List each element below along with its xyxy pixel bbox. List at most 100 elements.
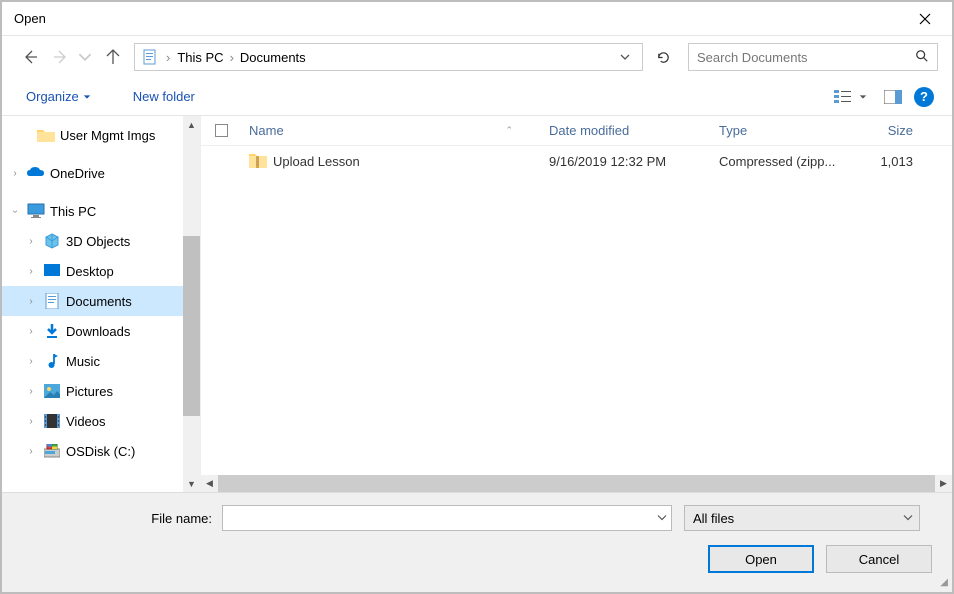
onedrive-icon — [26, 163, 46, 183]
expander-icon[interactable]: › — [24, 356, 38, 367]
cancel-label: Cancel — [859, 552, 899, 567]
up-button[interactable] — [99, 43, 127, 71]
file-type: Compressed (zipp... — [711, 154, 861, 169]
scroll-right-icon[interactable]: ▶ — [935, 478, 952, 489]
arrow-up-icon — [105, 49, 121, 65]
tree-label: Downloads — [66, 324, 130, 339]
open-label: Open — [745, 552, 777, 567]
file-filter-select[interactable]: All files — [684, 505, 920, 531]
tree-item-pictures[interactable]: › Pictures — [2, 376, 200, 406]
tree-label: Desktop — [66, 264, 114, 279]
expander-icon[interactable]: › — [24, 266, 38, 277]
tree-label: Music — [66, 354, 100, 369]
preview-pane-button[interactable] — [880, 84, 906, 110]
filename-input[interactable] — [222, 505, 672, 531]
thispc-icon — [26, 201, 46, 221]
forward-button[interactable] — [47, 43, 75, 71]
search-box[interactable] — [688, 43, 938, 71]
tree-item-3dobjects[interactable]: › 3D Objects — [2, 226, 200, 256]
resize-grip-icon[interactable]: ◢ — [940, 577, 948, 588]
select-all-checkbox[interactable] — [215, 124, 228, 137]
chevron-down-icon[interactable] — [903, 511, 913, 526]
arrow-left-icon — [22, 49, 38, 65]
folder-icon — [36, 125, 56, 145]
tree-item-desktop[interactable]: › Desktop — [2, 256, 200, 286]
organize-label: Organize — [26, 89, 79, 104]
scroll-up-icon[interactable]: ▲ — [183, 116, 200, 133]
close-button[interactable] — [910, 4, 940, 34]
tree-item-onedrive[interactable]: › OneDrive — [2, 158, 200, 188]
expander-icon[interactable]: › — [24, 326, 38, 337]
tree-label: Pictures — [66, 384, 113, 399]
tree-label: Videos — [66, 414, 106, 429]
new-folder-button[interactable]: New folder — [127, 85, 201, 108]
tree-label: 3D Objects — [66, 234, 130, 249]
view-dropdown[interactable] — [856, 84, 870, 110]
expander-icon[interactable]: › — [24, 386, 38, 397]
file-list[interactable]: Name⌃ Date modified Type Size Upload Les… — [200, 116, 952, 492]
help-button[interactable]: ? — [914, 87, 934, 107]
pictures-icon — [42, 381, 62, 401]
preview-pane-icon — [884, 90, 902, 104]
column-size[interactable]: Size — [861, 123, 921, 138]
tree-label: OneDrive — [50, 166, 105, 181]
window-title: Open — [14, 11, 910, 26]
3dobjects-icon — [42, 231, 62, 251]
chevron-right-icon[interactable]: › — [228, 50, 236, 65]
tree-label: Documents — [66, 294, 132, 309]
view-options[interactable] — [830, 84, 856, 110]
open-button[interactable]: Open — [708, 545, 814, 573]
column-headers: Name⌃ Date modified Type Size — [201, 116, 952, 146]
breadcrumb-dropdown[interactable] — [620, 50, 630, 65]
cancel-button[interactable]: Cancel — [826, 545, 932, 573]
chevron-down-icon[interactable] — [657, 511, 667, 526]
tree-item-osdisk[interactable]: › OSDisk (C:) — [2, 436, 200, 466]
expander-icon[interactable]: › — [24, 236, 38, 247]
organize-menu[interactable]: Organize — [20, 85, 97, 108]
search-icon[interactable] — [915, 49, 929, 66]
scroll-left-icon[interactable]: ◀ — [201, 478, 218, 489]
filename-label: File name: — [22, 511, 222, 526]
tree-item-documents[interactable]: › Documents — [2, 286, 200, 316]
chevron-down-icon — [620, 52, 630, 62]
breadcrumb[interactable]: › This PC › Documents — [134, 43, 643, 71]
column-name[interactable]: Name⌃ — [241, 123, 541, 138]
downloads-icon — [42, 321, 62, 341]
scroll-down-icon[interactable]: ▼ — [183, 475, 200, 492]
recent-dropdown[interactable] — [78, 43, 92, 71]
horizontal-scrollbar[interactable]: ◀ ▶ — [201, 475, 952, 492]
music-icon — [42, 351, 62, 371]
breadcrumb-root-dropdown[interactable]: › — [163, 50, 173, 65]
expander-icon[interactable]: › — [24, 446, 38, 457]
tree-label: OSDisk (C:) — [66, 444, 135, 459]
arrow-right-icon — [53, 49, 69, 65]
expander-icon[interactable]: › — [10, 204, 21, 218]
tree-label: This PC — [50, 204, 96, 219]
hscroll-thumb[interactable] — [218, 475, 935, 492]
tree-item-usermgmt[interactable]: User Mgmt Imgs — [2, 120, 200, 150]
search-input[interactable] — [697, 50, 915, 65]
file-size: 1,013 — [861, 154, 921, 169]
scroll-thumb[interactable] — [183, 236, 200, 416]
help-icon: ? — [920, 89, 928, 104]
column-type[interactable]: Type — [711, 123, 861, 138]
breadcrumb-documents[interactable]: Documents — [236, 50, 310, 65]
expander-icon[interactable]: › — [24, 296, 38, 307]
tree-item-thispc[interactable]: › This PC — [2, 196, 200, 226]
file-row[interactable]: Upload Lesson 9/16/2019 12:32 PM Compres… — [201, 146, 952, 176]
tree-item-downloads[interactable]: › Downloads — [2, 316, 200, 346]
tree-scrollbar[interactable]: ▲ ▼ — [183, 116, 200, 492]
folder-tree[interactable]: User Mgmt Imgs › OneDrive › This PC › 3D… — [2, 116, 200, 492]
file-date: 9/16/2019 12:32 PM — [541, 154, 711, 169]
back-button[interactable] — [16, 43, 44, 71]
documents-icon — [42, 291, 62, 311]
tree-item-music[interactable]: › Music — [2, 346, 200, 376]
expander-icon[interactable]: › — [8, 168, 22, 179]
videos-icon — [42, 411, 62, 431]
tree-item-videos[interactable]: › Videos — [2, 406, 200, 436]
column-date[interactable]: Date modified — [541, 123, 711, 138]
breadcrumb-thispc[interactable]: This PC — [173, 50, 227, 65]
document-location-icon — [141, 48, 159, 66]
refresh-button[interactable] — [649, 43, 677, 71]
expander-icon[interactable]: › — [24, 416, 38, 427]
